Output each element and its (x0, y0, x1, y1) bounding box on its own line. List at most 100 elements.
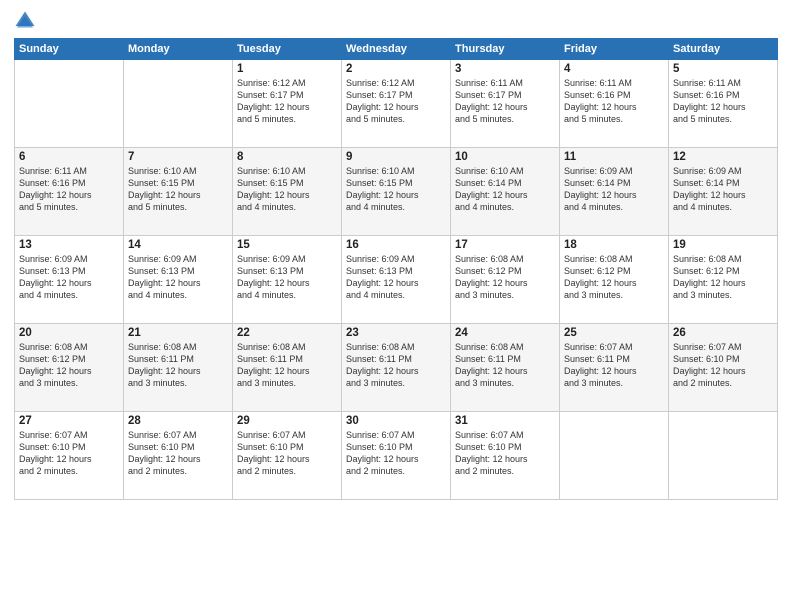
calendar-cell: 25 Sunrise: 6:07 AM Sunset: 6:11 PM Dayli… (560, 324, 669, 412)
calendar-cell: 21 Sunrise: 6:08 AM Sunset: 6:11 PM Dayli… (124, 324, 233, 412)
day-number: 25 (564, 327, 664, 339)
day-number: 3 (455, 63, 555, 75)
day-number: 6 (19, 151, 119, 163)
day-number: 20 (19, 327, 119, 339)
day-info: Sunrise: 6:07 AM Sunset: 6:10 PM Dayligh… (19, 429, 119, 478)
day-number: 18 (564, 239, 664, 251)
day-info: Sunrise: 6:12 AM Sunset: 6:17 PM Dayligh… (237, 77, 337, 126)
day-number: 24 (455, 327, 555, 339)
header (14, 10, 778, 32)
page: SundayMondayTuesdayWednesdayThursdayFrid… (0, 0, 792, 612)
weekday-header-saturday: Saturday (669, 39, 778, 60)
day-number: 12 (673, 151, 773, 163)
day-info: Sunrise: 6:09 AM Sunset: 6:13 PM Dayligh… (237, 253, 337, 302)
weekday-header-friday: Friday (560, 39, 669, 60)
day-number: 21 (128, 327, 228, 339)
day-info: Sunrise: 6:07 AM Sunset: 6:10 PM Dayligh… (455, 429, 555, 478)
weekday-header-sunday: Sunday (15, 39, 124, 60)
day-info: Sunrise: 6:08 AM Sunset: 6:12 PM Dayligh… (673, 253, 773, 302)
calendar-body: 1Sunrise: 6:12 AM Sunset: 6:17 PM Daylig… (15, 60, 778, 500)
calendar-cell: 4 Sunrise: 6:11 AM Sunset: 6:16 PM Daylig… (560, 60, 669, 148)
day-number: 27 (19, 415, 119, 427)
day-info: Sunrise: 6:07 AM Sunset: 6:10 PM Dayligh… (237, 429, 337, 478)
calendar-cell: 6 Sunrise: 6:11 AM Sunset: 6:16 PM Daylig… (15, 148, 124, 236)
calendar-cell: 24Sunrise: 6:08 AM Sunset: 6:11 PM Dayli… (451, 324, 560, 412)
calendar-week-5: 27 Sunrise: 6:07 AM Sunset: 6:10 PM Dayli… (15, 412, 778, 500)
calendar-cell: 2 Sunrise: 6:12 AM Sunset: 6:17 PM Daylig… (342, 60, 451, 148)
calendar-cell: 5Sunrise: 6:11 AM Sunset: 6:16 PM Daylig… (669, 60, 778, 148)
calendar-cell: 7Sunrise: 6:10 AM Sunset: 6:15 PM Daylig… (124, 148, 233, 236)
calendar-cell: 14Sunrise: 6:09 AM Sunset: 6:13 PM Dayli… (124, 236, 233, 324)
day-number: 4 (564, 63, 664, 75)
day-info: Sunrise: 6:11 AM Sunset: 6:16 PM Dayligh… (19, 165, 119, 214)
calendar-table: SundayMondayTuesdayWednesdayThursdayFrid… (14, 38, 778, 500)
logo (14, 10, 40, 32)
weekday-header-tuesday: Tuesday (233, 39, 342, 60)
calendar-week-3: 13 Sunrise: 6:09 AM Sunset: 6:13 PM Dayli… (15, 236, 778, 324)
calendar-cell: 26 Sunrise: 6:07 AM Sunset: 6:10 PM Dayli… (669, 324, 778, 412)
day-info: Sunrise: 6:07 AM Sunset: 6:10 PM Dayligh… (128, 429, 228, 478)
calendar-cell (15, 60, 124, 148)
day-info: Sunrise: 6:08 AM Sunset: 6:12 PM Dayligh… (564, 253, 664, 302)
day-number: 11 (564, 151, 664, 163)
day-number: 29 (237, 415, 337, 427)
day-number: 15 (237, 239, 337, 251)
day-info: Sunrise: 6:09 AM Sunset: 6:14 PM Dayligh… (673, 165, 773, 214)
day-number: 26 (673, 327, 773, 339)
weekday-header-row: SundayMondayTuesdayWednesdayThursdayFrid… (15, 39, 778, 60)
day-info: Sunrise: 6:11 AM Sunset: 6:17 PM Dayligh… (455, 77, 555, 126)
day-number: 28 (128, 415, 228, 427)
day-info: Sunrise: 6:07 AM Sunset: 6:10 PM Dayligh… (346, 429, 446, 478)
calendar-cell (124, 60, 233, 148)
day-info: Sunrise: 6:09 AM Sunset: 6:13 PM Dayligh… (346, 253, 446, 302)
day-info: Sunrise: 6:09 AM Sunset: 6:14 PM Dayligh… (564, 165, 664, 214)
weekday-header-thursday: Thursday (451, 39, 560, 60)
calendar-week-4: 20 Sunrise: 6:08 AM Sunset: 6:12 PM Dayli… (15, 324, 778, 412)
calendar-cell: 31 Sunrise: 6:07 AM Sunset: 6:10 PM Dayli… (451, 412, 560, 500)
calendar-cell: 27 Sunrise: 6:07 AM Sunset: 6:10 PM Dayli… (15, 412, 124, 500)
day-info: Sunrise: 6:08 AM Sunset: 6:11 PM Dayligh… (128, 341, 228, 390)
day-info: Sunrise: 6:11 AM Sunset: 6:16 PM Dayligh… (564, 77, 664, 126)
calendar-cell: 30Sunrise: 6:07 AM Sunset: 6:10 PM Dayli… (342, 412, 451, 500)
day-info: Sunrise: 6:12 AM Sunset: 6:17 PM Dayligh… (346, 77, 446, 126)
day-info: Sunrise: 6:10 AM Sunset: 6:14 PM Dayligh… (455, 165, 555, 214)
weekday-header-wednesday: Wednesday (342, 39, 451, 60)
day-info: Sunrise: 6:08 AM Sunset: 6:12 PM Dayligh… (19, 341, 119, 390)
day-info: Sunrise: 6:07 AM Sunset: 6:11 PM Dayligh… (564, 341, 664, 390)
calendar-cell: 18 Sunrise: 6:08 AM Sunset: 6:12 PM Dayli… (560, 236, 669, 324)
day-info: Sunrise: 6:07 AM Sunset: 6:10 PM Dayligh… (673, 341, 773, 390)
calendar-cell: 29 Sunrise: 6:07 AM Sunset: 6:10 PM Dayli… (233, 412, 342, 500)
calendar-cell: 28 Sunrise: 6:07 AM Sunset: 6:10 PM Dayli… (124, 412, 233, 500)
day-number: 13 (19, 239, 119, 251)
calendar-cell: 20 Sunrise: 6:08 AM Sunset: 6:12 PM Dayli… (15, 324, 124, 412)
day-number: 2 (346, 63, 446, 75)
day-info: Sunrise: 6:11 AM Sunset: 6:16 PM Dayligh… (673, 77, 773, 126)
day-number: 23 (346, 327, 446, 339)
day-number: 17 (455, 239, 555, 251)
day-info: Sunrise: 6:08 AM Sunset: 6:11 PM Dayligh… (346, 341, 446, 390)
calendar-cell: 16Sunrise: 6:09 AM Sunset: 6:13 PM Dayli… (342, 236, 451, 324)
day-number: 7 (128, 151, 228, 163)
calendar-cell: 12 Sunrise: 6:09 AM Sunset: 6:14 PM Dayli… (669, 148, 778, 236)
calendar-cell: 8Sunrise: 6:10 AM Sunset: 6:15 PM Daylig… (233, 148, 342, 236)
day-info: Sunrise: 6:08 AM Sunset: 6:11 PM Dayligh… (237, 341, 337, 390)
calendar-cell: 11 Sunrise: 6:09 AM Sunset: 6:14 PM Dayli… (560, 148, 669, 236)
day-number: 14 (128, 239, 228, 251)
calendar-cell: 22 Sunrise: 6:08 AM Sunset: 6:11 PM Dayli… (233, 324, 342, 412)
calendar-cell (560, 412, 669, 500)
calendar-cell: 19 Sunrise: 6:08 AM Sunset: 6:12 PM Dayli… (669, 236, 778, 324)
day-number: 22 (237, 327, 337, 339)
calendar-cell (669, 412, 778, 500)
calendar-week-1: 1Sunrise: 6:12 AM Sunset: 6:17 PM Daylig… (15, 60, 778, 148)
day-number: 31 (455, 415, 555, 427)
day-info: Sunrise: 6:08 AM Sunset: 6:12 PM Dayligh… (455, 253, 555, 302)
logo-icon (14, 10, 36, 32)
calendar-cell: 23 Sunrise: 6:08 AM Sunset: 6:11 PM Dayli… (342, 324, 451, 412)
day-info: Sunrise: 6:09 AM Sunset: 6:13 PM Dayligh… (19, 253, 119, 302)
calendar-cell: 13 Sunrise: 6:09 AM Sunset: 6:13 PM Dayli… (15, 236, 124, 324)
calendar-cell: 10Sunrise: 6:10 AM Sunset: 6:14 PM Dayli… (451, 148, 560, 236)
calendar-cell: 1Sunrise: 6:12 AM Sunset: 6:17 PM Daylig… (233, 60, 342, 148)
day-number: 19 (673, 239, 773, 251)
day-info: Sunrise: 6:10 AM Sunset: 6:15 PM Dayligh… (346, 165, 446, 214)
calendar-week-2: 6 Sunrise: 6:11 AM Sunset: 6:16 PM Daylig… (15, 148, 778, 236)
